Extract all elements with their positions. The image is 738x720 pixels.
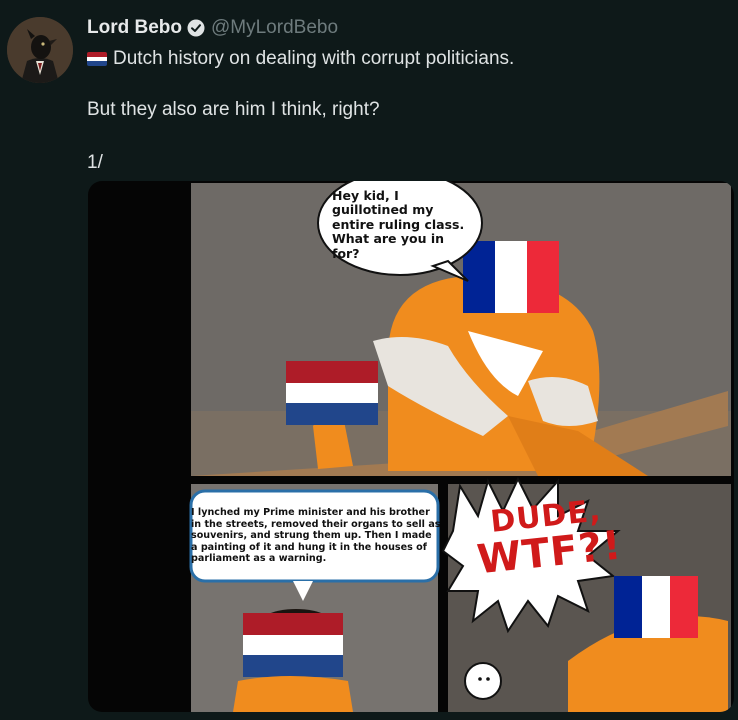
author-handle[interactable]: @MyLordBebo	[211, 17, 338, 39]
avatar-image	[7, 17, 73, 83]
tweet[interactable]: Lord Bebo @MyLordBebo Dutch history on d…	[0, 0, 738, 720]
speech-bubble-1: Hey kid, I guillotined my entire ruling …	[332, 188, 465, 261]
speech-bubble-2: I lynched my Prime minister and his brot…	[191, 507, 441, 564]
exclamation-bubble: DUDE, WTF?!	[469, 491, 626, 583]
author-name[interactable]: Lord Bebo	[87, 17, 182, 39]
tweet-text-1: Dutch history on dealing with corrupt po…	[113, 48, 515, 69]
tweet-text-line-1: Dutch history on dealing with corrupt po…	[87, 48, 514, 70]
verified-badge-icon	[187, 19, 205, 37]
tweet-header: Lord Bebo @MyLordBebo	[87, 17, 338, 39]
tweet-text-line-2: But they also are him I think, right?	[87, 99, 380, 120]
netherlands-flag-icon	[87, 52, 107, 66]
avatar[interactable]	[7, 17, 73, 83]
tweet-text-line-3: 1/	[87, 152, 103, 173]
tweet-media-image[interactable]: Hey kid, I guillotined my entire ruling …	[88, 181, 734, 712]
